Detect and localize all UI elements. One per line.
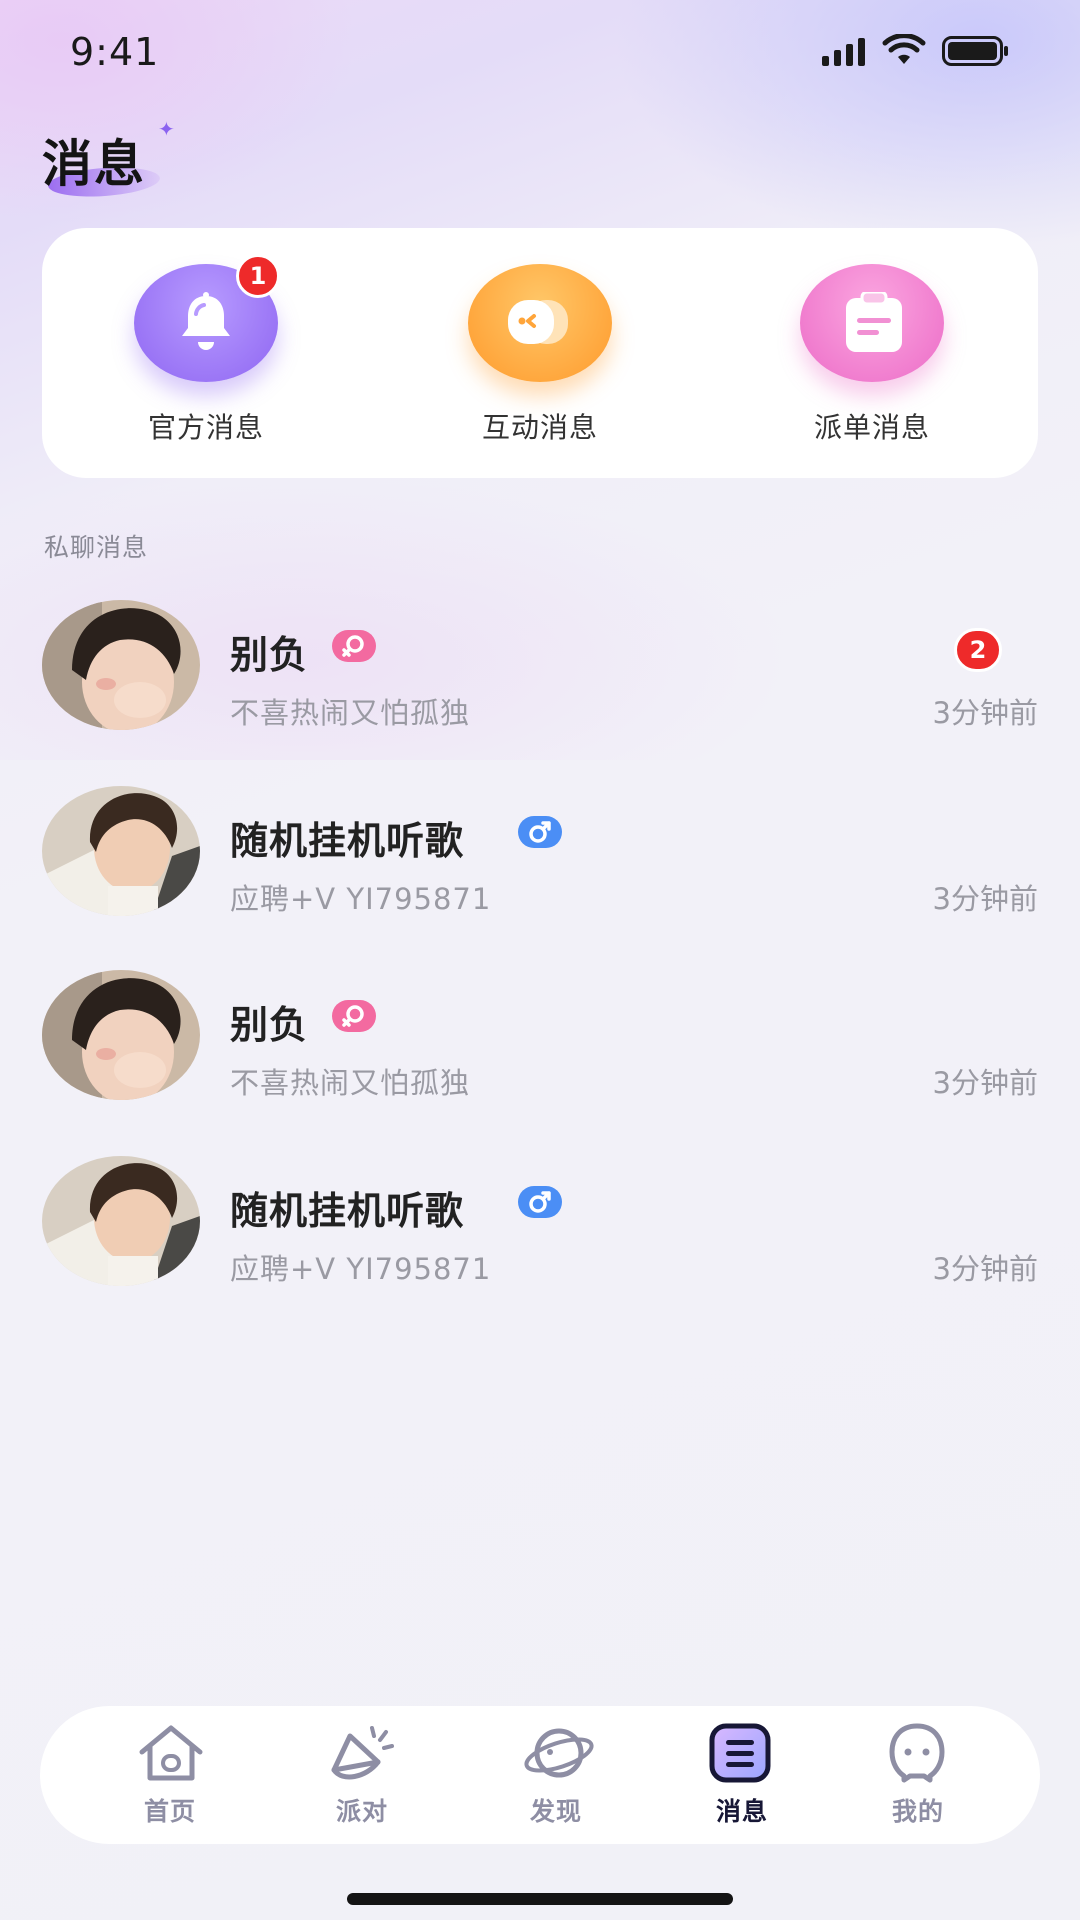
tab-profile[interactable]: 我的 bbox=[848, 1722, 988, 1832]
party-icon bbox=[331, 1726, 394, 1780]
order-messages-icon-circle bbox=[800, 264, 944, 382]
chat-row[interactable]: 随机挂机听歌 应聘+V YI795871 3分钟前 bbox=[0, 786, 1080, 926]
chat-preview: 不喜热闹又怕孤独 bbox=[230, 696, 471, 730]
interaction-messages-icon-circle bbox=[468, 264, 612, 382]
home-icon bbox=[139, 1725, 203, 1781]
private-chat-section-label: 私聊消息 bbox=[44, 533, 149, 562]
avatar bbox=[42, 786, 200, 916]
bell-icon bbox=[182, 292, 230, 350]
chat-preview: 应聘+V YI795871 bbox=[230, 882, 492, 916]
interaction-messages-button[interactable]: 互动消息 bbox=[420, 228, 660, 478]
message-icon bbox=[709, 1723, 771, 1783]
order-messages-button[interactable]: 派单消息 bbox=[752, 228, 992, 478]
wifi-icon bbox=[882, 34, 926, 64]
status-bar: 9:41 bbox=[0, 0, 1080, 110]
tab-party[interactable]: 派对 bbox=[292, 1722, 432, 1832]
male-icon bbox=[518, 816, 562, 848]
battery-icon bbox=[942, 36, 1008, 66]
sparkle-icon: ✦ bbox=[158, 117, 175, 141]
chat-preview: 应聘+V YI795871 bbox=[230, 1252, 492, 1286]
tab-label: 消息 bbox=[715, 1797, 768, 1826]
status-time: 9:41 bbox=[70, 30, 160, 74]
bottom-tab-bar: 首页 派对 发现 消息 我的 bbox=[40, 1706, 1040, 1844]
female-icon bbox=[332, 630, 376, 662]
chat-preview: 不喜热闹又怕孤独 bbox=[230, 1066, 471, 1100]
tab-label: 派对 bbox=[335, 1797, 388, 1826]
official-messages-button[interactable]: 1 官方消息 bbox=[86, 228, 326, 478]
avatar bbox=[42, 600, 200, 730]
chat-time: 3分钟前 bbox=[932, 1252, 1038, 1286]
page-header: 消息 ✦ bbox=[42, 118, 202, 208]
chat-bubbles-icon bbox=[508, 300, 568, 344]
order-messages-label: 派单消息 bbox=[813, 411, 930, 444]
tab-label: 首页 bbox=[143, 1797, 196, 1826]
male-icon bbox=[518, 1186, 562, 1218]
clipboard-icon bbox=[846, 292, 902, 352]
chat-row[interactable]: 别负 不喜热闹又怕孤独 3分钟前 bbox=[0, 970, 1080, 1110]
official-messages-label: 官方消息 bbox=[147, 411, 264, 444]
female-icon bbox=[332, 1000, 376, 1032]
unread-badge: 2 bbox=[954, 628, 1002, 672]
tab-discover[interactable]: 发现 bbox=[486, 1722, 626, 1832]
chat-time: 3分钟前 bbox=[932, 1066, 1038, 1100]
avatar bbox=[42, 1156, 200, 1286]
chat-row[interactable]: 随机挂机听歌 应聘+V YI795871 3分钟前 bbox=[0, 1156, 1080, 1296]
tab-label: 我的 bbox=[891, 1797, 944, 1826]
page-title: 消息 bbox=[42, 135, 146, 193]
tab-home[interactable]: 首页 bbox=[100, 1722, 240, 1832]
tab-label: 发现 bbox=[529, 1797, 582, 1826]
chat-row[interactable]: 别负 不喜热闹又怕孤独 3分钟前 2 bbox=[0, 600, 1080, 740]
chat-name: 别负 bbox=[230, 633, 309, 677]
profile-icon bbox=[889, 1723, 945, 1783]
chat-name: 随机挂机听歌 bbox=[230, 819, 465, 863]
official-unread-badge: 1 bbox=[236, 254, 280, 298]
chat-time: 3分钟前 bbox=[932, 882, 1038, 916]
planet-icon bbox=[524, 1728, 594, 1778]
home-indicator bbox=[347, 1893, 733, 1905]
chat-name: 随机挂机听歌 bbox=[230, 1189, 465, 1233]
signal-icon bbox=[822, 38, 865, 66]
tab-messages[interactable]: 消息 bbox=[672, 1722, 812, 1832]
chat-name: 别负 bbox=[230, 1003, 309, 1047]
chat-time: 3分钟前 bbox=[932, 696, 1038, 730]
avatar bbox=[42, 970, 200, 1100]
interaction-messages-label: 互动消息 bbox=[481, 411, 598, 444]
notification-categories-card: 1 官方消息 互动消息 派单消息 bbox=[42, 228, 1038, 478]
